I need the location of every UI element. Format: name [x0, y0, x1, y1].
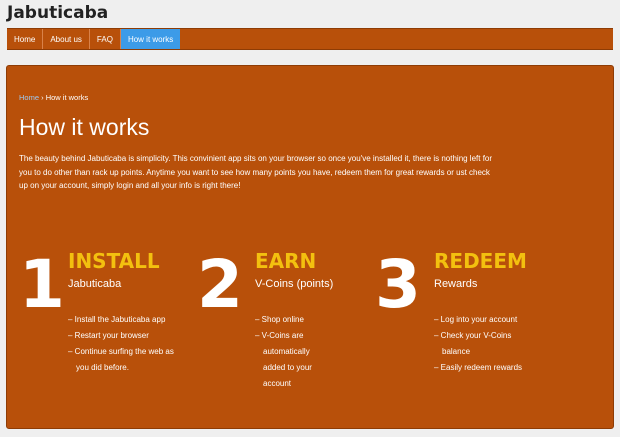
list-item: – Easily redeem rewards — [434, 363, 523, 372]
nav-faq[interactable]: FAQ — [90, 29, 121, 49]
list-item: – Install the Jabuticaba app — [68, 315, 166, 324]
step-title: INSTALL — [68, 249, 160, 273]
step-subtitle: Jabuticaba — [68, 278, 122, 290]
content-panel: Home › How it works How it works The bea… — [6, 65, 614, 429]
nav-about-us[interactable]: About us — [43, 29, 90, 49]
list-item: – Continue surfing the web as you did be… — [68, 347, 174, 372]
intro-text: The beauty behind Jabuticaba is simplici… — [19, 154, 493, 190]
site-title: Jabuticaba — [7, 3, 109, 23]
step-subtitle: Rewards — [434, 278, 478, 290]
step-list: – Install the Jabuticaba app – Restart y… — [68, 312, 186, 376]
step-number: 2 — [197, 246, 243, 323]
list-item: – Shop online — [255, 315, 304, 324]
step-subtitle: V-Coins (points) — [255, 278, 334, 290]
main-nav: Home About us FAQ How it works — [7, 28, 613, 50]
list-item: – Log into your account — [434, 315, 518, 324]
breadcrumb-current: How it works — [45, 93, 89, 102]
breadcrumb-separator: › — [41, 93, 44, 102]
step-number: 3 — [375, 246, 421, 323]
step-list: – Log into your account – Check your V-C… — [434, 312, 538, 376]
step-number: 1 — [19, 246, 65, 323]
list-item: – Restart your browser — [68, 331, 149, 340]
nav-how-it-works[interactable]: How it works — [120, 29, 181, 49]
breadcrumb: Home › How it works — [19, 93, 88, 102]
list-item: – Check your V-Coins balance — [434, 331, 512, 356]
step-title: REDEEM — [434, 249, 527, 273]
page-title: How it works — [19, 114, 150, 140]
step-list: – Shop online – V-Coins are automaticall… — [255, 312, 331, 392]
list-item: – V-Coins are automatically added to you… — [255, 331, 312, 388]
nav-home[interactable]: Home — [7, 29, 44, 49]
breadcrumb-home-link[interactable]: Home — [19, 93, 39, 102]
step-title: EARN — [255, 249, 317, 273]
